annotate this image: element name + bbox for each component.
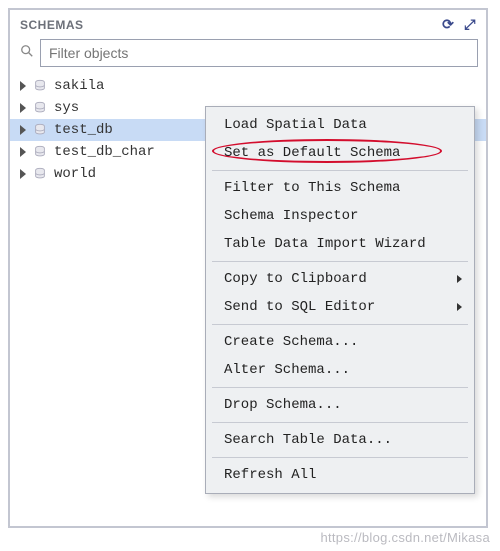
menu-item-drop-schema[interactable]: Drop Schema... [208, 391, 472, 419]
menu-separator [212, 422, 468, 423]
schema-label: test_db_char [54, 144, 155, 160]
search-row [10, 37, 486, 73]
database-icon [33, 123, 47, 137]
expand-arrow-icon[interactable] [20, 103, 26, 113]
menu-item-send-to-sql-editor[interactable]: Send to SQL Editor [208, 293, 472, 321]
submenu-arrow-icon [457, 275, 462, 283]
expand-icon[interactable]: ⤢ [464, 16, 476, 33]
schema-label: world [54, 166, 96, 182]
submenu-arrow-icon [457, 303, 462, 311]
menu-item-label: Table Data Import Wizard [224, 236, 426, 252]
expand-arrow-icon[interactable] [20, 125, 26, 135]
menu-item-create-schema[interactable]: Create Schema... [208, 328, 472, 356]
menu-item-load-spatial-data[interactable]: Load Spatial Data [208, 111, 472, 139]
expand-arrow-icon[interactable] [20, 81, 26, 91]
database-icon [33, 167, 47, 181]
menu-item-label: Load Spatial Data [224, 117, 367, 133]
menu-separator [212, 324, 468, 325]
menu-item-label: Alter Schema... [224, 362, 350, 378]
menu-item-set-as-default-schema[interactable]: Set as Default Schema [208, 139, 472, 167]
menu-item-filter-to-this-schema[interactable]: Filter to This Schema [208, 174, 472, 202]
search-icon [18, 44, 36, 62]
menu-item-copy-to-clipboard[interactable]: Copy to Clipboard [208, 265, 472, 293]
menu-item-table-data-import-wizard[interactable]: Table Data Import Wizard [208, 230, 472, 258]
database-icon [33, 145, 47, 159]
menu-item-refresh-all[interactable]: Refresh All [208, 461, 472, 489]
header-icons: ⟳ ⤢ [442, 16, 476, 33]
menu-item-label: Search Table Data... [224, 432, 392, 448]
context-menu: Load Spatial Data Set as Default Schema Fi… [205, 106, 475, 494]
filter-input[interactable] [40, 39, 478, 67]
panel-header: SCHEMAS ⟳ ⤢ [10, 10, 486, 37]
panel-title: SCHEMAS [20, 18, 442, 32]
schema-label: sakila [54, 78, 104, 94]
expand-arrow-icon[interactable] [20, 169, 26, 179]
menu-item-search-table-data[interactable]: Search Table Data... [208, 426, 472, 454]
refresh-icon[interactable]: ⟳ [442, 16, 454, 33]
menu-item-label: Refresh All [224, 467, 316, 483]
database-icon [33, 79, 47, 93]
expand-arrow-icon[interactable] [20, 147, 26, 157]
menu-item-label: Filter to This Schema [224, 180, 400, 196]
schemas-panel: SCHEMAS ⟳ ⤢ sakila sys test_db test_db_char… [8, 8, 488, 528]
menu-item-schema-inspector[interactable]: Schema Inspector [208, 202, 472, 230]
menu-item-label: Create Schema... [224, 334, 358, 350]
menu-item-label: Set as Default Schema [224, 145, 400, 161]
schema-item-sakila[interactable]: sakila [10, 75, 486, 97]
menu-separator [212, 261, 468, 262]
menu-item-label: Send to SQL Editor [224, 299, 375, 315]
menu-separator [212, 457, 468, 458]
menu-separator [212, 170, 468, 171]
menu-item-label: Drop Schema... [224, 397, 342, 413]
database-icon [33, 101, 47, 115]
menu-item-alter-schema[interactable]: Alter Schema... [208, 356, 472, 384]
schema-label: test_db [54, 122, 113, 138]
menu-item-label: Copy to Clipboard [224, 271, 367, 287]
menu-separator [212, 387, 468, 388]
schema-label: sys [54, 100, 79, 116]
menu-item-label: Schema Inspector [224, 208, 358, 224]
